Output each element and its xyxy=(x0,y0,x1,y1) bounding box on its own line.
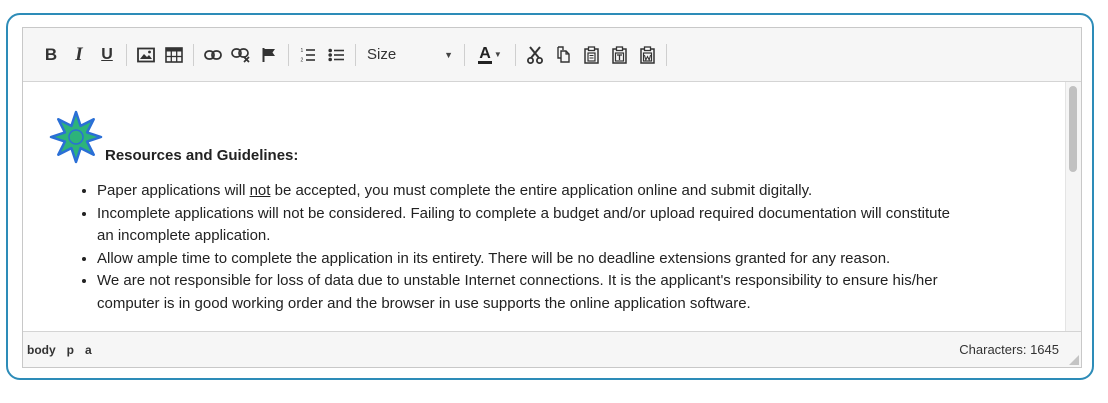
paste-from-word-icon xyxy=(639,45,655,64)
bulleted-list-button[interactable] xyxy=(322,41,350,69)
svg-text:1: 1 xyxy=(301,48,304,54)
toolbar-separator xyxy=(193,43,194,66)
font-size-label: Size xyxy=(367,46,397,63)
scrollbar-thumb[interactable] xyxy=(1069,86,1077,172)
image-icon xyxy=(137,47,155,62)
list-item: Allow ample time to complete the applica… xyxy=(97,248,1065,271)
toolbar-separator xyxy=(666,43,667,66)
paste-from-word-button[interactable] xyxy=(633,41,661,69)
vertical-scrollbar[interactable] xyxy=(1065,82,1081,332)
text-color-button[interactable]: A ▼ xyxy=(470,41,510,69)
toolbar-separator xyxy=(515,43,516,66)
bold-button[interactable]: B xyxy=(37,41,65,69)
resize-handle-icon[interactable] xyxy=(1069,355,1079,365)
list-item: Incomplete applications will not be cons… xyxy=(97,203,1065,248)
text-color-icon: A xyxy=(478,44,492,64)
link-icon xyxy=(204,49,222,60)
toolbar-separator xyxy=(355,43,356,66)
svg-text:2: 2 xyxy=(301,57,304,63)
italic-button[interactable]: I xyxy=(65,41,93,69)
list-item: Paper applications will not be accepted,… xyxy=(97,180,1065,203)
logo-star-icon xyxy=(49,110,103,164)
element-path: body p a xyxy=(27,343,92,357)
paste-as-text-button[interactable] xyxy=(605,41,633,69)
bulleted-list-icon xyxy=(327,48,344,61)
toolbar-separator xyxy=(464,43,465,66)
copy-button[interactable] xyxy=(549,41,577,69)
list-item: We are not responsible for loss of data … xyxy=(97,270,1065,315)
toolbar-separator xyxy=(288,43,289,66)
anchor-flag-icon xyxy=(262,47,275,62)
table-icon xyxy=(165,46,183,63)
editor-toolbar: B I U 12 Size ▼ A ▼ xyxy=(23,28,1081,82)
editor-content[interactable]: Resources and Guidelines: Paper applicat… xyxy=(23,82,1065,332)
paste-icon xyxy=(583,45,599,64)
guidelines-list: Paper applications will not be accepted,… xyxy=(49,180,1065,315)
paste-text-icon xyxy=(611,45,627,64)
path-item-body[interactable]: body xyxy=(27,343,56,357)
path-item-a[interactable]: a xyxy=(85,343,92,357)
heading-row: Resources and Guidelines: xyxy=(49,104,1065,164)
section-heading: Resources and Guidelines: xyxy=(105,147,299,164)
paste-button[interactable] xyxy=(577,41,605,69)
cut-button[interactable] xyxy=(521,41,549,69)
unlink-icon xyxy=(231,47,250,63)
chevron-down-icon: ▼ xyxy=(444,49,453,60)
unlink-button[interactable] xyxy=(227,41,255,69)
font-size-select[interactable]: Size ▼ xyxy=(361,41,459,69)
insert-table-button[interactable] xyxy=(160,41,188,69)
copy-icon xyxy=(556,46,570,63)
insert-image-button[interactable] xyxy=(132,41,160,69)
underline-icon: U xyxy=(101,45,113,63)
underline-button[interactable]: U xyxy=(93,41,121,69)
character-count: Characters: 1645 xyxy=(959,342,1059,357)
path-item-p[interactable]: p xyxy=(67,343,74,357)
editor-statusbar: body p a Characters: 1645 xyxy=(23,331,1081,367)
numbered-list-icon: 12 xyxy=(301,48,315,63)
bold-icon: B xyxy=(44,44,58,64)
numbered-list-button[interactable]: 12 xyxy=(294,41,322,69)
chevron-down-icon: ▼ xyxy=(493,50,502,59)
rich-text-editor: B I U 12 Size ▼ A ▼ Resources and Guidel… xyxy=(22,27,1082,368)
italic-icon: I xyxy=(75,43,83,65)
insert-link-button[interactable] xyxy=(199,41,227,69)
cut-icon xyxy=(527,45,543,64)
toolbar-separator xyxy=(126,43,127,66)
anchor-button[interactable] xyxy=(255,41,283,69)
